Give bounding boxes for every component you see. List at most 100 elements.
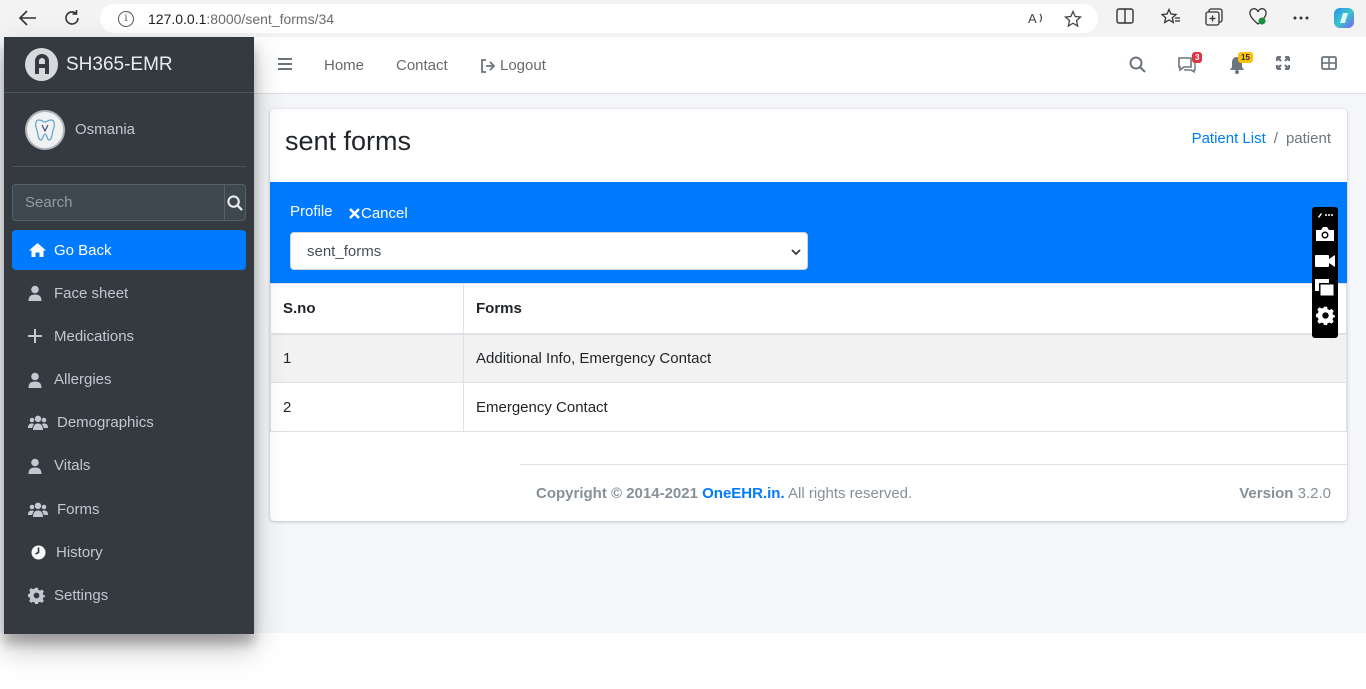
more-options-icon[interactable]	[1293, 10, 1309, 26]
nav-logout-link[interactable]: Logout	[480, 57, 546, 74]
forms-select-value: sent_forms	[307, 242, 382, 260]
sidebar-item-forms[interactable]: Forms	[12, 489, 246, 529]
breadcrumb: Patient List / patient	[1192, 130, 1331, 147]
search-icon	[227, 194, 243, 211]
messages-badge: 3	[1192, 52, 1203, 63]
sidebar-item-history[interactable]: History	[12, 532, 246, 572]
sidebar-item-label: History	[56, 543, 103, 561]
messages-icon[interactable]: 3	[1177, 52, 1203, 79]
sidebar-item-label: Forms	[57, 500, 100, 518]
copilot-icon[interactable]	[1332, 6, 1356, 30]
browser-toolbar: i 127.0.0.1:8000/sent_forms/34 A	[0, 0, 1366, 37]
favorite-star-icon[interactable]	[1063, 9, 1083, 33]
breadcrumb-patient-list[interactable]: Patient List	[1192, 130, 1266, 147]
close-icon	[349, 208, 360, 219]
copyright-text: Copyright © 2014-2021	[536, 485, 698, 502]
plus-icon	[28, 329, 48, 344]
table-cell-sno: 1	[270, 333, 464, 383]
sidebar-item-settings[interactable]: Settings	[12, 576, 246, 616]
version-number: 3.2.0	[1297, 485, 1331, 502]
card-header: Profile Cancel sent_forms	[270, 182, 1347, 283]
sidebar-item-demographics[interactable]: Demographics	[12, 403, 246, 443]
notifications-bell-icon[interactable]: 15	[1229, 52, 1253, 79]
table-row[interactable]: 1 Additional Info, Emergency Contact	[270, 333, 1347, 383]
control-sidebar-icon[interactable]	[1321, 56, 1337, 75]
users-icon	[28, 415, 50, 431]
page-bottom-area	[0, 633, 1366, 689]
window-capture-icon[interactable]	[1315, 278, 1335, 298]
sidebar-item-label: Medications	[54, 327, 135, 345]
table-header-row: S.no Forms	[270, 283, 1347, 335]
footer-divider	[520, 464, 1347, 465]
toolbar-menu-icon[interactable]	[1315, 209, 1335, 221]
home-icon	[28, 242, 48, 258]
notifications-badge: 15	[1238, 52, 1253, 63]
top-navbar: Home Contact Logout 3 15	[254, 37, 1366, 94]
gear-icon	[28, 587, 48, 604]
browser-essentials-icon[interactable]	[1249, 8, 1267, 26]
sidebar-item-medications[interactable]: Medications	[12, 316, 246, 356]
brand-logo-icon	[25, 48, 58, 81]
brand-link[interactable]: SH365-EMR	[4, 37, 254, 93]
user-name: Osmania	[75, 121, 136, 138]
user-icon	[28, 372, 48, 388]
breadcrumb-separator: /	[1273, 130, 1278, 147]
fullscreen-icon[interactable]	[1275, 55, 1291, 75]
video-camera-icon[interactable]	[1315, 251, 1335, 271]
read-aloud-icon[interactable]: A	[1028, 10, 1046, 33]
table-cell-sno: 2	[270, 382, 464, 432]
sidebar-item-vitals[interactable]: Vitals	[12, 446, 246, 486]
split-screen-icon[interactable]	[1116, 8, 1134, 24]
breadcrumb-current: patient	[1285, 130, 1331, 147]
capture-toolbar	[1312, 207, 1338, 338]
url-path: :8000/sent_forms/34	[206, 10, 335, 27]
column-header-sno: S.no	[270, 283, 464, 335]
logout-label: Logout	[500, 57, 546, 74]
sent-forms-table: S.no Forms 1 Additional Info, Emergency …	[270, 283, 1347, 432]
sidebar-item-allergies[interactable]: Allergies	[12, 360, 246, 400]
sidebar-item-go-back[interactable]: Go Back	[12, 230, 246, 270]
logout-icon	[480, 58, 496, 73]
sidebar-item-face-sheet[interactable]: Face sheet	[12, 273, 246, 313]
table-row[interactable]: 2 Emergency Contact	[270, 382, 1347, 432]
reload-icon[interactable]	[62, 8, 82, 28]
user-panel[interactable]: Osmania	[12, 93, 246, 167]
favorites-icon[interactable]	[1161, 8, 1181, 26]
svg-text:A: A	[1028, 11, 1037, 26]
footer-brand-link[interactable]: OneEHR.in.	[702, 485, 785, 502]
cancel-button[interactable]: Cancel	[349, 205, 408, 222]
sidebar-search-button[interactable]	[224, 184, 246, 221]
column-header-forms: Forms	[463, 283, 1347, 335]
user-icon	[28, 458, 48, 474]
sidebar-search	[12, 184, 246, 221]
sidebar-item-label: Settings	[54, 587, 109, 604]
sidebar-item-label: Face sheet	[54, 284, 129, 302]
brand-text: SH365-EMR	[66, 53, 173, 75]
camera-icon[interactable]	[1315, 224, 1335, 244]
forms-select[interactable]: sent_forms	[290, 232, 808, 270]
users-icon	[28, 502, 50, 517]
page-title: sent forms	[285, 126, 412, 156]
sidebar-search-input[interactable]	[12, 184, 224, 221]
back-arrow-icon[interactable]	[18, 8, 38, 28]
sidebar-menu: Go Back Face sheet Medications Allergies…	[4, 230, 254, 616]
collections-icon[interactable]	[1205, 8, 1223, 26]
cancel-label: Cancel	[361, 205, 408, 222]
profile-link[interactable]: Profile	[290, 203, 333, 220]
chevron-down-icon	[791, 245, 801, 262]
address-bar[interactable]: i 127.0.0.1:8000/sent_forms/34 A	[100, 4, 1098, 33]
rights-text: All rights reserved.	[787, 485, 913, 502]
hamburger-menu-icon[interactable]	[278, 57, 292, 76]
footer-copyright: Copyright © 2014-2021 OneEHR.in. All rig…	[536, 485, 912, 502]
info-icon[interactable]: i	[118, 10, 134, 27]
nav-contact-link[interactable]: Contact	[396, 57, 448, 74]
sidebar-item-label: Vitals	[54, 457, 91, 475]
gear-icon[interactable]	[1315, 305, 1335, 325]
sidebar-item-label: Demographics	[57, 414, 154, 432]
footer-version: Version 3.2.0	[1239, 485, 1331, 502]
user-icon	[28, 285, 48, 302]
nav-home-link[interactable]: Home	[324, 57, 364, 74]
search-icon[interactable]	[1129, 56, 1146, 78]
url-host: 127.0.0.1	[148, 10, 207, 27]
table-cell-forms: Additional Info, Emergency Contact	[463, 333, 1347, 383]
